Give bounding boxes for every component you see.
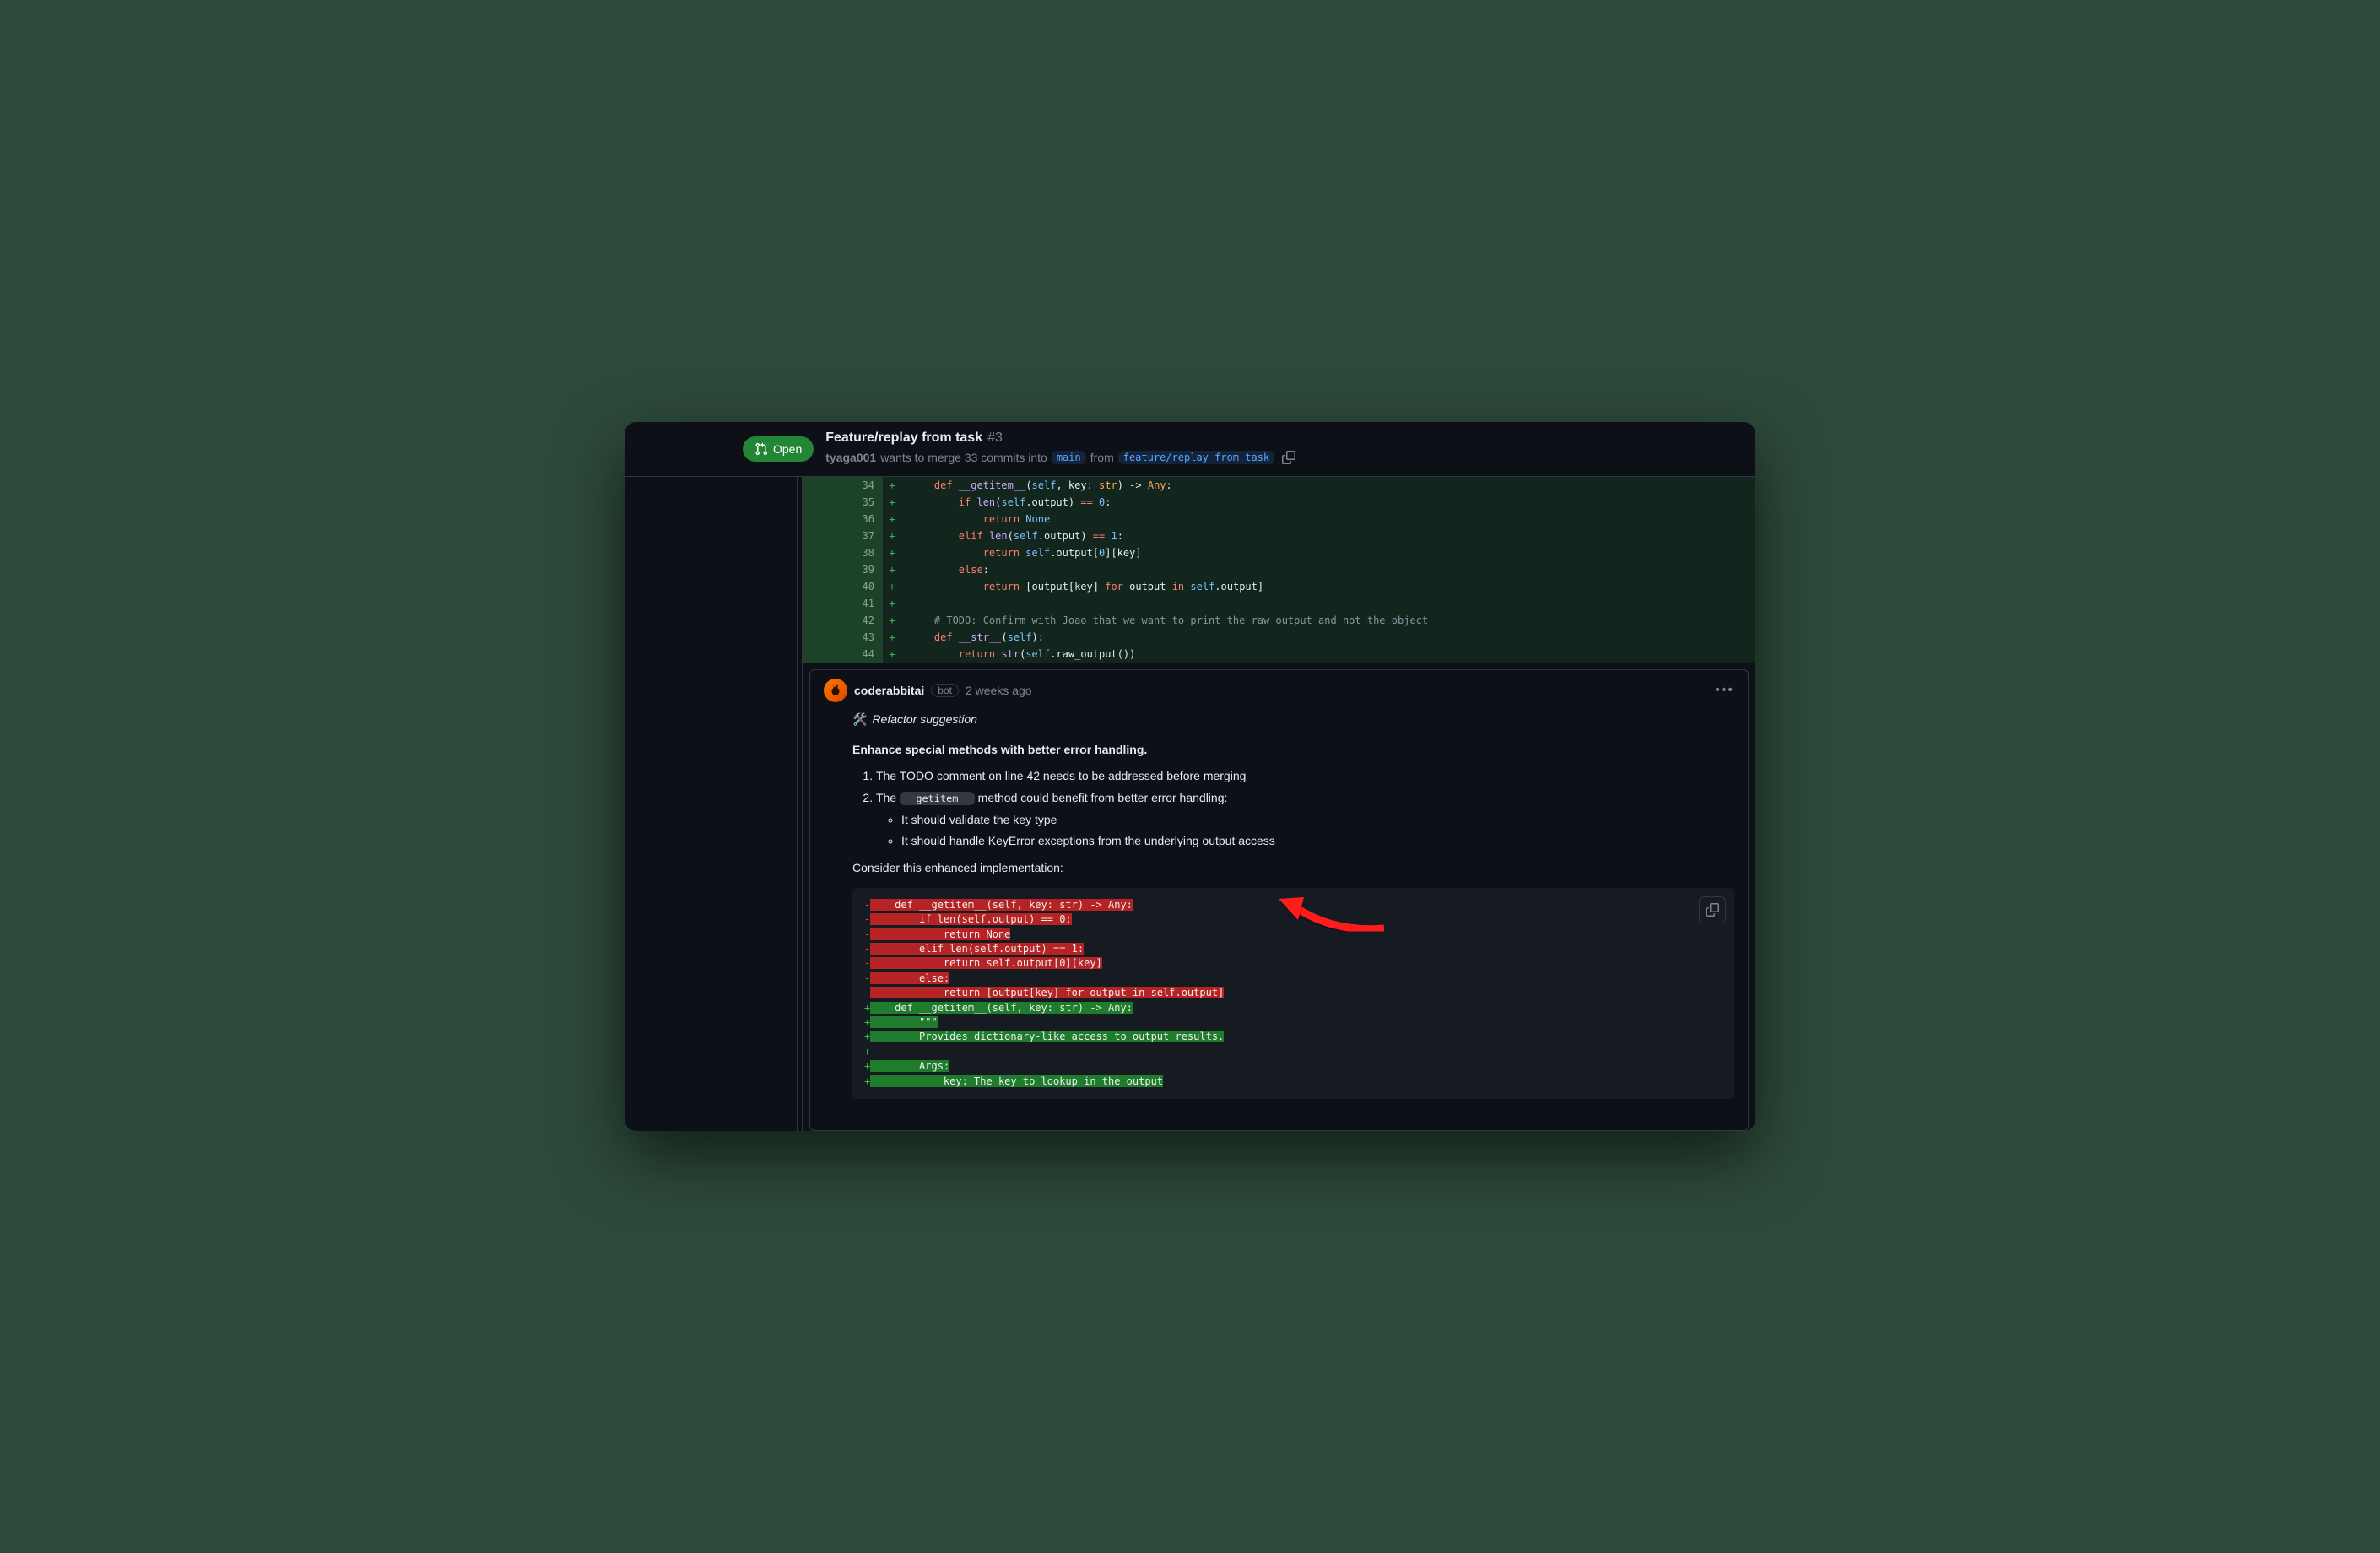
comment-body: 🛠️ Refactor suggestion Enhance special m… [810,711,1748,1112]
comment-menu-button[interactable]: ••• [1715,683,1734,698]
suggestion-line: + [864,1045,1723,1059]
suggestion-line: + Provides dictionary-like access to out… [864,1030,1723,1044]
diff-line[interactable]: 34+ def __getitem__(self, key: str) -> A… [803,477,1755,494]
inline-code: __getitem__ [900,792,975,805]
tools-icon: 🛠️ [852,711,867,729]
list-item: The __getitem__ method could benefit fro… [876,789,1734,851]
suggestion-line: + key: The key to lookup in the output [864,1074,1723,1089]
suggestion-line: - if len(self.output) == 0: [864,912,1723,927]
diff-block: 34+ def __getitem__(self, key: str) -> A… [803,477,1755,663]
bot-tag: bot [931,684,959,697]
suggestion-line: - return None [864,928,1723,942]
suggestion-line: + def __getitem__(self, key: str) -> Any… [864,1001,1723,1015]
pull-request-icon [755,442,768,456]
suggestion-line: - else: [864,971,1723,986]
pr-status-text: Open [773,442,802,456]
diff-line[interactable]: 38+ return self.output[0][key] [803,544,1755,561]
suggestion-line: + Args: [864,1059,1723,1074]
copy-icon [1282,451,1295,464]
head-branch[interactable]: feature/replay_from_task [1118,451,1274,464]
pr-status-badge: Open [743,436,814,462]
copy-branch-button[interactable] [1279,447,1299,468]
pr-header: Open Feature/replay from task #3 tyaga00… [625,422,1755,477]
main-column: 34+ def __getitem__(self, key: str) -> A… [802,477,1755,1131]
suggestion-kind: 🛠️ Refactor suggestion [852,711,1734,729]
suggestion-line: - return self.output[0][key] [864,956,1723,971]
diff-line[interactable]: 42+ # TODO: Confirm with Joao that we wa… [803,612,1755,629]
copy-icon [1706,903,1719,917]
left-gutter [625,477,798,1131]
diff-line[interactable]: 41+ [803,595,1755,612]
comment-timestamp[interactable]: 2 weeks ago [966,684,1032,697]
review-comment: coderabbitai bot 2 weeks ago ••• 🛠️ Refa… [809,669,1749,1131]
suggestion-line: + """ [864,1015,1723,1030]
comment-author[interactable]: coderabbitai [854,684,924,697]
pr-subtitle: tyaga001 wants to merge 33 commits into … [825,447,1299,468]
list-item: It should validate the key type [901,811,1734,830]
diff-line[interactable]: 40+ return [output[key] for output in se… [803,578,1755,595]
diff-line[interactable]: 35+ if len(self.output) == 0: [803,494,1755,511]
avatar[interactable] [824,679,847,702]
diff-line[interactable]: 39+ else: [803,561,1755,578]
code-suggestion-block: - def __getitem__(self, key: str) -> Any… [852,888,1734,1099]
comment-list: The TODO comment on line 42 needs to be … [852,767,1734,851]
diff-line[interactable]: 37+ elif len(self.output) == 1: [803,528,1755,544]
suggestion-line: - elif len(self.output) == 1: [864,942,1723,956]
pr-title[interactable]: Feature/replay from task [825,430,982,446]
diff-line[interactable]: 43+ def __str__(self): [803,629,1755,646]
app-window: Open Feature/replay from task #3 tyaga00… [625,422,1755,1131]
suggestion-line: - return [output[key] for output in self… [864,986,1723,1000]
consider-text: Consider this enhanced implementation: [852,859,1734,878]
pr-author[interactable]: tyaga001 [825,451,876,464]
list-item: The TODO comment on line 42 needs to be … [876,767,1734,786]
diff-line[interactable]: 44+ return str(self.raw_output()) [803,646,1755,663]
content-area: 34+ def __getitem__(self, key: str) -> A… [625,477,1755,1131]
pr-number: #3 [987,430,1003,446]
list-item: It should handle KeyError exceptions fro… [901,832,1734,851]
base-branch[interactable]: main [1052,451,1086,464]
comment-header: coderabbitai bot 2 weeks ago ••• [810,670,1748,711]
suggestion-line: - def __getitem__(self, key: str) -> Any… [864,898,1723,912]
copy-code-button[interactable] [1699,896,1726,923]
diff-line[interactable]: 36+ return None [803,511,1755,528]
comment-heading: Enhance special methods with better erro… [852,743,1147,756]
rabbit-icon [828,683,843,698]
pr-title-block: Feature/replay from task #3 tyaga001 wan… [825,430,1299,468]
